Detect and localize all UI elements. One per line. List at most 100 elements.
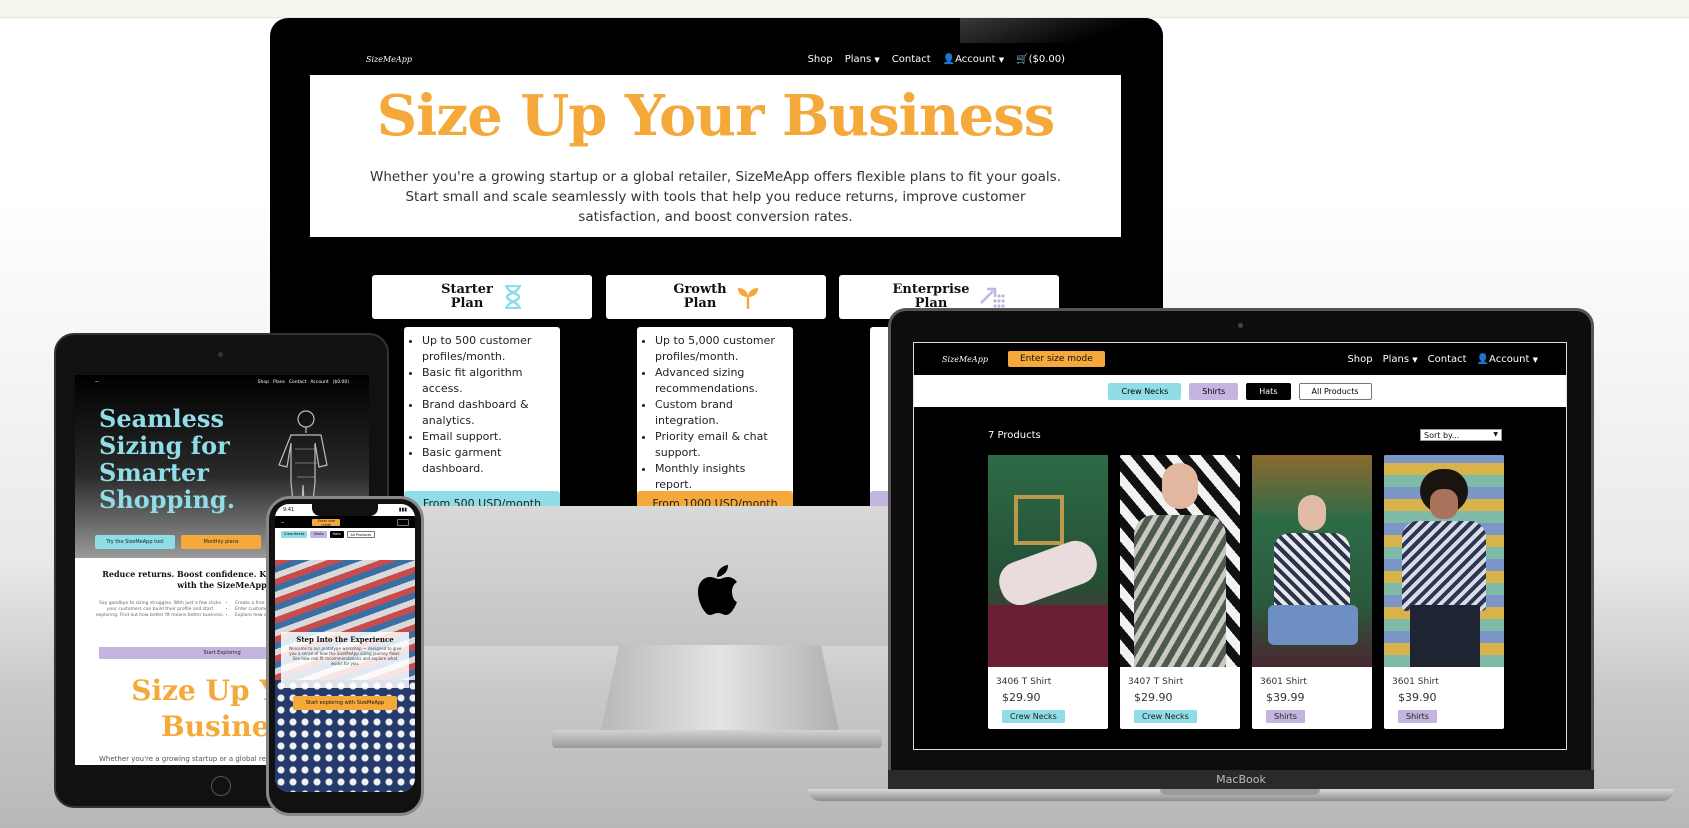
tablet-home-button[interactable]: [211, 776, 231, 796]
nav-plans[interactable]: Plans ▼: [1383, 354, 1418, 365]
macbook-brand-label: MacBook: [888, 770, 1594, 791]
nav-shop[interactable]: Shop: [1347, 354, 1372, 365]
plan-card-growth[interactable]: Growth Plan: [606, 275, 826, 319]
caret-down-icon: ▼: [1412, 355, 1418, 364]
plan-card-starter[interactable]: Starter Plan: [372, 275, 592, 319]
plan-features-starter: Up to 500 customer profiles/month. Basic…: [404, 327, 560, 506]
tablet-nav-link[interactable]: Contact: [289, 380, 307, 385]
product-image[interactable]: [1120, 455, 1240, 667]
nav-shop[interactable]: Shop: [808, 54, 833, 65]
laptop-navbar: SizeMeApp Enter size mode Shop Plans ▼ C…: [914, 343, 1566, 375]
nav-cart[interactable]: 🛒($0.00): [1016, 54, 1065, 65]
product-image[interactable]: [1384, 455, 1504, 667]
caret-down-icon: ▼: [874, 55, 880, 64]
tablet-nav-link[interactable]: Shop: [258, 380, 269, 385]
battery-icon: ▮▮▮: [398, 507, 407, 513]
plan-cta-starter[interactable]: From 500 USD/month: [404, 491, 560, 506]
plan-feature: Basic garment dashboard.: [422, 445, 552, 477]
nav-plans-label: Plans: [1382, 353, 1410, 365]
product-image[interactable]: [988, 455, 1108, 667]
filter-all-products[interactable]: All Products: [1298, 382, 1372, 400]
phone-cta-button[interactable]: Start exploring with SizeMeApp: [293, 696, 397, 710]
hourglass-icon: [504, 285, 521, 309]
plan-feature: Custom brand integration.: [655, 397, 785, 429]
product-card[interactable]: 3601 Shirt $39.99 Shirts: [1252, 455, 1372, 729]
sort-select[interactable]: Sort by... ▼: [1420, 429, 1502, 441]
plan-feature: Priority email & chat support.: [655, 429, 785, 461]
product-tag[interactable]: Shirts: [1266, 710, 1305, 723]
cart-icon: 🛒: [1016, 53, 1029, 65]
desktop-logo[interactable]: SizeMeApp: [366, 55, 412, 64]
product-tag[interactable]: Crew Necks: [1002, 710, 1065, 723]
plan-feature: Basic fit algorithm access.: [422, 365, 552, 397]
product-price: $39.90: [1398, 691, 1437, 704]
product-name: 3601 Shirt: [1392, 677, 1439, 687]
product-price: $39.99: [1266, 691, 1305, 704]
tablet-navbar: ~ Shop Plans Contact Account ($0.00): [75, 375, 369, 389]
caret-down-icon: ▼: [1532, 355, 1538, 364]
plan-features-growth: Up to 5,000 customer profiles/month. Adv…: [637, 327, 793, 506]
phone-size-mode-button[interactable]: Enter size mode: [312, 518, 341, 527]
sort-select-value: Sort by...: [1424, 431, 1460, 440]
filter-hats[interactable]: Hats: [1246, 382, 1291, 400]
nav-plans[interactable]: Plans ▼: [845, 54, 880, 65]
tablet-nav-link[interactable]: Plans: [273, 380, 285, 385]
sprout-icon: [737, 288, 758, 309]
nav-contact[interactable]: Contact: [892, 54, 931, 65]
product-card[interactable]: 3406 T Shirt $29.90 Crew Necks: [988, 455, 1108, 729]
product-card[interactable]: 3407 T Shirt $29.90 Crew Necks: [1120, 455, 1240, 729]
nav-account-label: Account: [1489, 353, 1530, 365]
caret-down-icon: ▼: [998, 55, 1005, 64]
product-price: $29.90: [1134, 691, 1173, 704]
tablet-nav-link[interactable]: Account: [310, 380, 328, 385]
phone-experience-card: Step Into the Experience Welcome to our …: [281, 632, 409, 688]
apple-logo-icon: [698, 565, 737, 615]
nav-contact[interactable]: Contact: [1428, 354, 1467, 365]
hamburger-menu-icon[interactable]: [397, 518, 409, 526]
phone-filter-hats[interactable]: Hats: [329, 531, 344, 538]
product-image[interactable]: [1252, 455, 1372, 667]
plan-cta-enterprise[interactable]: [870, 491, 890, 506]
tablet-logo[interactable]: ~: [95, 380, 99, 385]
plan-title: Enterprise Plan: [893, 283, 970, 311]
phone-filter-shirts[interactable]: Shirts: [310, 531, 327, 538]
cart-total: ($0.00): [1028, 53, 1065, 65]
tablet-plans-button[interactable]: Monthly plans: [181, 535, 261, 549]
filter-shirts[interactable]: Shirts: [1189, 382, 1239, 400]
plan-title: Growth Plan: [673, 283, 726, 311]
product-name: 3406 T Shirt: [996, 677, 1052, 687]
product-tag[interactable]: Shirts: [1398, 710, 1437, 723]
phone-logo[interactable]: ~: [281, 520, 284, 525]
plan-title-line1: Growth: [673, 282, 727, 297]
tablet-body-text: Say goodbye to sizing struggles. With ju…: [95, 601, 225, 618]
product-card[interactable]: 3601 Shirt $39.90 Shirts: [1384, 455, 1504, 729]
product-tag[interactable]: Crew Necks: [1134, 710, 1197, 723]
hero-title: Size Up Your Business: [376, 83, 1056, 149]
tablet-camera: [218, 352, 223, 357]
tablet-try-button[interactable]: Try the SizeMeApp tool: [95, 535, 175, 549]
filter-crew-necks[interactable]: Crew Necks: [1108, 382, 1182, 400]
enter-size-mode-button[interactable]: Enter size mode: [1007, 351, 1105, 367]
phone-navbar: ~ Enter size mode: [275, 516, 415, 528]
nav-account[interactable]: 👤Account ▼: [943, 54, 1004, 65]
plan-feature: Brand dashboard & analytics.: [422, 397, 552, 429]
imac-stand: [600, 645, 840, 735]
tablet-footer-text: Whether you're a growing startup or a gl…: [99, 755, 285, 763]
nav-account[interactable]: 👤Account ▼: [1477, 354, 1538, 365]
tablet-nav-link[interactable]: ($0.00): [333, 380, 349, 385]
product-name: 3601 Shirt: [1260, 677, 1307, 687]
plan-cta-growth[interactable]: From 1000 USD/month: [637, 491, 793, 506]
laptop-logo[interactable]: SizeMeApp: [942, 355, 988, 364]
phone-hero-image: Step Into the Experience Welcome to our …: [275, 560, 415, 792]
hero-text: Whether you're a growing startup or a gl…: [369, 169, 1061, 225]
plan-feature: Advanced sizing recommendations.: [655, 365, 785, 397]
plan-title-line1: Starter: [441, 282, 493, 297]
tablet-hero-title: Seamless Sizing for Smarter Shopping.: [99, 404, 236, 514]
plan-title: Starter Plan: [441, 283, 493, 311]
plan-title-line2: Plan: [450, 296, 484, 311]
phone-filter-all[interactable]: All Products: [346, 531, 376, 538]
browser-top-band: [0, 0, 1689, 18]
category-filters: Crew Necks Shirts Hats All Products: [914, 375, 1566, 407]
phone-filter-crew[interactable]: Crew Necks: [281, 531, 308, 538]
phone-screen: 9:41 ▮▮▮ ~ Enter size mode Crew Necks Sh…: [275, 504, 415, 792]
